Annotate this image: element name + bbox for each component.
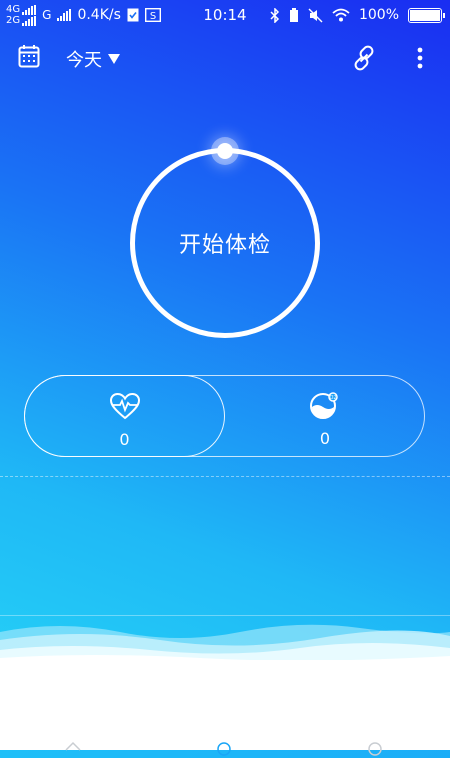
- calendar-icon[interactable]: [18, 44, 40, 68]
- blood-oxygen-card[interactable]: O2 0: [225, 375, 425, 457]
- battery-percent: 100%: [358, 7, 399, 23]
- blood-oxygen-value: 0: [319, 429, 331, 448]
- blood-oxygen-icon: O2: [310, 392, 338, 419]
- bluetooth-icon: [270, 7, 280, 23]
- top-bar: 今天: [0, 40, 450, 76]
- ring-indicator-dot: [217, 143, 233, 159]
- bottom-area: [0, 660, 450, 750]
- heart-rate-card[interactable]: 0: [24, 375, 225, 457]
- battery-icon: [408, 7, 445, 23]
- status-right: 100%: [270, 0, 445, 30]
- wifi-icon: [332, 8, 350, 22]
- heart-rate-icon: [109, 392, 140, 420]
- heart-rate-value: 0: [119, 430, 130, 449]
- chevron-down-icon: [108, 54, 120, 64]
- divider-line: [0, 615, 450, 616]
- date-dropdown[interactable]: 今天: [66, 46, 120, 72]
- check-tab-icon[interactable]: [215, 740, 233, 758]
- more-icon[interactable]: [410, 44, 430, 72]
- link-icon[interactable]: [350, 44, 378, 72]
- divider-dashed: [0, 476, 450, 477]
- status-bar: 4G 2G G 0.4K/s S 10:14 100%: [0, 0, 450, 30]
- battery-saver-icon: [289, 7, 298, 22]
- start-check-button[interactable]: 开始体检: [140, 158, 310, 328]
- profile-tab-icon[interactable]: [366, 740, 384, 758]
- home-tab-icon[interactable]: [64, 740, 82, 758]
- svg-text:O2: O2: [329, 395, 336, 401]
- mute-icon: [308, 8, 323, 22]
- date-label: 今天: [66, 50, 102, 71]
